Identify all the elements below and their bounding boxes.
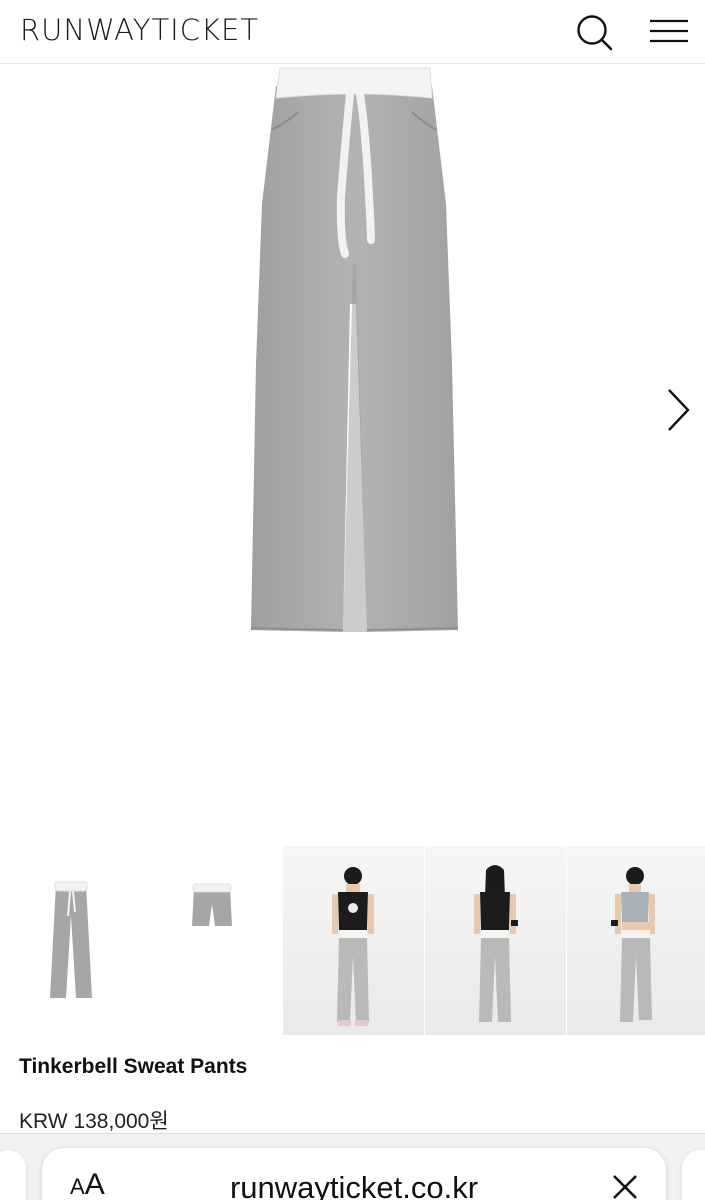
previous-tab-edge[interactable]	[0, 1150, 26, 1200]
site-logo[interactable]: RUNWAYTICKET	[20, 13, 259, 47]
site-header: RUNWAYTICKET	[0, 0, 705, 64]
next-tab-edge[interactable]	[682, 1150, 705, 1200]
search-icon[interactable]	[574, 12, 614, 52]
browser-address-bar: AA runwayticket.co.kr	[0, 1133, 705, 1200]
model-back-thumbnail[interactable]	[425, 846, 566, 1035]
url-field[interactable]: AA runwayticket.co.kr	[42, 1148, 666, 1200]
grey-sweat-pants-product-photo	[250, 67, 459, 632]
model-front-thumbnail[interactable]	[283, 846, 424, 1035]
close-icon[interactable]	[610, 1172, 640, 1200]
product-title: Tinkerbell Sweat Pants	[19, 1055, 248, 1078]
hamburger-menu-icon[interactable]	[648, 16, 690, 48]
product-price: KRW 138,000원	[19, 1110, 169, 1133]
shorts-thumbnail[interactable]	[141, 846, 282, 1035]
thumbnail-strip	[0, 846, 705, 1036]
product-image-gallery[interactable]	[0, 64, 705, 846]
url-text[interactable]: runwayticket.co.kr	[42, 1170, 666, 1200]
model-side-thumbnail[interactable]	[567, 846, 705, 1035]
chevron-right-icon[interactable]	[660, 386, 696, 434]
pants-front-thumbnail[interactable]	[0, 846, 141, 1035]
